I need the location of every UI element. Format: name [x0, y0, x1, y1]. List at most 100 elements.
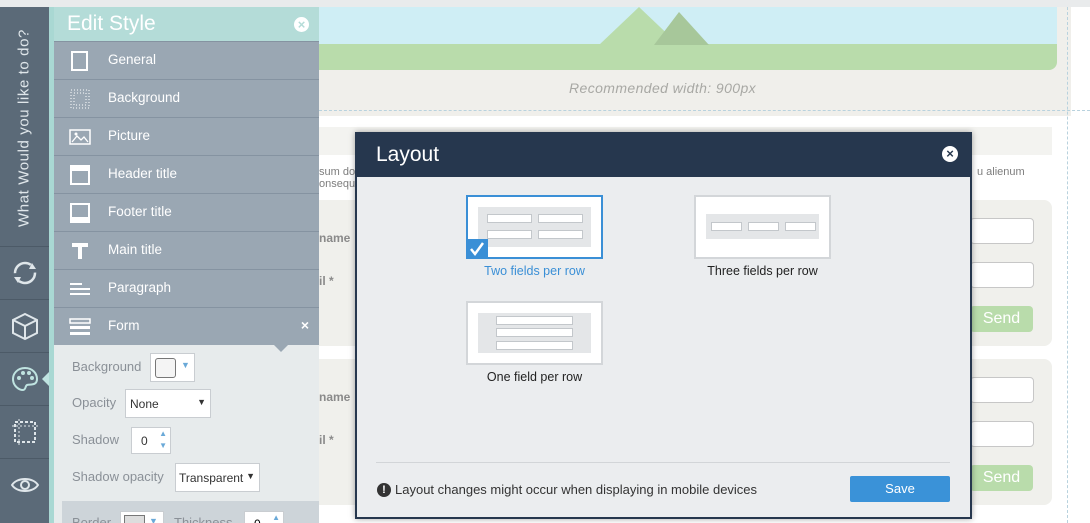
square-icon [71, 51, 88, 71]
menu-item-label: Background [108, 90, 181, 105]
field-placeholder [711, 222, 742, 231]
layout-preview [478, 313, 591, 353]
save-button[interactable]: Save [850, 476, 950, 502]
name-label: name [319, 231, 351, 245]
chevron-down-icon: ▼ [181, 360, 190, 370]
selected-check-icon [466, 239, 488, 259]
rail-vertical-text: What Would you like to do? [15, 29, 33, 227]
modal-divider [376, 462, 950, 463]
menu-pointer [274, 345, 288, 352]
menu-item-background[interactable]: Background [54, 79, 319, 117]
lorem-text: u alienum [977, 166, 1025, 178]
email-input[interactable] [970, 262, 1034, 288]
menu-item-label: Form [108, 318, 140, 333]
email-label: il * [319, 274, 334, 288]
dots-grid-icon [70, 89, 90, 109]
field-placeholder [785, 222, 816, 231]
picture-icon [69, 129, 91, 145]
opacity-label: Opacity [72, 395, 117, 410]
rail-sync-button[interactable] [0, 246, 49, 299]
guide-line [1067, 7, 1068, 523]
border-row: Border ▼ Thickness 0 ▲ [62, 501, 319, 523]
shadow-opacity-select[interactable]: Transparent ▼ [175, 463, 260, 492]
modal-header: Layout × [357, 134, 970, 177]
thickness-value: 0 [254, 517, 261, 523]
menu-item-label: Main title [108, 242, 163, 257]
footer-title-icon [70, 203, 90, 223]
palette-icon [11, 366, 38, 392]
send-button[interactable]: Send [970, 306, 1033, 332]
name-input[interactable] [970, 218, 1034, 244]
background-label: Background [72, 359, 142, 374]
hero-grass [319, 44, 1057, 70]
header-title-icon [70, 165, 90, 185]
layout-option-one-field[interactable]: One field per row [466, 301, 603, 384]
menu-item-form[interactable]: Form × [54, 307, 319, 345]
email-input[interactable] [970, 421, 1034, 447]
layout-option-two-fields[interactable]: Two fields per row [466, 195, 603, 278]
shadow-value: 0 [141, 434, 148, 448]
layout-option-label: Three fields per row [707, 264, 818, 278]
panel-title: Edit Style [67, 12, 156, 35]
rail-palette-button[interactable] [0, 352, 49, 405]
menu-item-footer-title[interactable]: Footer title [54, 193, 319, 231]
dashed-frame-icon [11, 419, 38, 445]
stepper-up-icon[interactable]: ▲ [272, 513, 280, 522]
layout-option-three-fields[interactable]: Three fields per row [694, 195, 831, 278]
field-placeholder [487, 214, 532, 223]
menu-item-general[interactable]: General [54, 41, 319, 79]
paragraph-icon [70, 283, 90, 295]
border-color-picker[interactable]: ▼ [120, 511, 164, 523]
background-color-picker[interactable]: ▼ [150, 353, 195, 382]
stepper-down-icon[interactable]: ▼ [159, 441, 167, 450]
field-placeholder [496, 328, 573, 337]
shadow-label: Shadow [72, 432, 119, 447]
layout-thumbnail [466, 301, 603, 365]
chevron-down-icon: ▼ [246, 471, 255, 481]
box-icon [11, 312, 38, 341]
thickness-stepper[interactable]: 0 ▲ [244, 511, 284, 523]
panel-header: Edit Style × [54, 7, 319, 41]
hero-placeholder: Recommended width: 900px [319, 7, 1071, 116]
shadow-opacity-value: Transparent [179, 471, 244, 485]
shadow-opacity-label: Shadow opacity [72, 469, 164, 484]
rail-frame-button[interactable] [0, 405, 49, 458]
menu-item-label: Picture [108, 128, 151, 143]
sync-icon [13, 261, 36, 285]
stepper-up-icon[interactable]: ▲ [159, 429, 167, 438]
field-placeholder [496, 341, 573, 350]
eye-icon [10, 478, 39, 492]
menu-item-main-title[interactable]: Main title [54, 231, 319, 269]
color-swatch [155, 358, 176, 378]
send-button[interactable]: Send [970, 465, 1033, 491]
menu-item-picture[interactable]: Picture [54, 117, 319, 155]
rail-preview-button[interactable] [0, 458, 49, 511]
menu-item-paragraph[interactable]: Paragraph [54, 269, 319, 307]
shadow-stepper[interactable]: 0 ▲ ▼ [131, 427, 171, 454]
color-swatch [124, 515, 145, 523]
menu-item-label: Footer title [108, 204, 172, 219]
layout-preview [478, 207, 591, 247]
rail-box-button[interactable] [0, 299, 49, 352]
form-close-icon[interactable]: × [301, 317, 309, 333]
name-input[interactable] [970, 377, 1034, 403]
layout-modal: Layout × Two fields per row Three fields [355, 132, 972, 519]
modal-title: Layout [376, 143, 440, 166]
opacity-select[interactable]: None ▼ [125, 389, 211, 418]
recommended-width-text: Recommended width: 900px [569, 80, 757, 96]
menu-item-header-title[interactable]: Header title [54, 155, 319, 193]
panel-close-button[interactable]: × [294, 17, 309, 32]
t-letter-icon [72, 243, 88, 259]
opacity-value: None [130, 397, 159, 411]
info-icon: ! [377, 483, 391, 497]
field-placeholder [538, 214, 583, 223]
guide-line [319, 110, 1090, 111]
name-label: name [319, 390, 351, 404]
thickness-label: Thickness [174, 515, 233, 523]
modal-close-button[interactable]: × [942, 146, 958, 162]
field-placeholder [496, 316, 573, 325]
field-placeholder [487, 230, 532, 239]
left-rail: What Would you like to do? [0, 7, 49, 523]
info-text: Layout changes might occur when displayi… [395, 482, 758, 497]
mountain-icon [599, 7, 709, 45]
